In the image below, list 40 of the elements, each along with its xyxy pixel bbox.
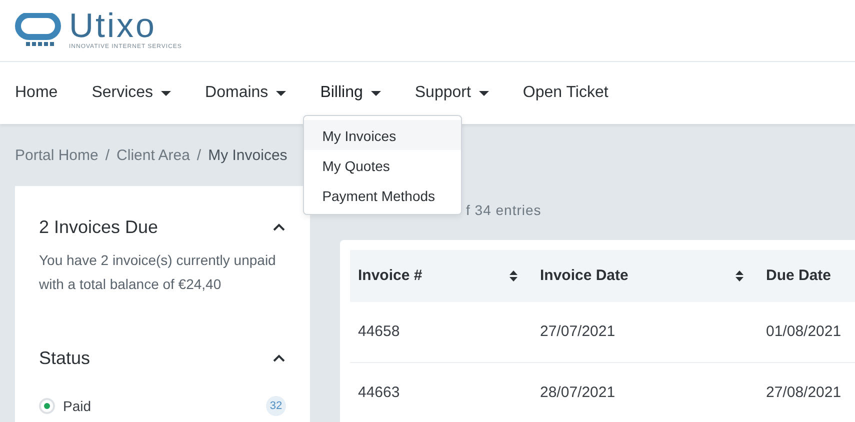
caret-icon (370, 90, 381, 96)
nav-item[interactable]: Open Ticket (522, 81, 608, 105)
option-label: Paid (63, 396, 92, 416)
caret-icon (478, 90, 489, 96)
table-cell-text: 28/07/2021 (540, 382, 616, 403)
count-badge: 32 (266, 396, 286, 416)
table-cell-text: 44658 (358, 322, 400, 342)
breadcrumb-current: My Invoices (208, 147, 288, 164)
radio-button[interactable] (39, 398, 55, 414)
column-header[interactable]: Invoice Date (540, 264, 628, 288)
summary-text: You have 2 invoice(s) currently unpaid with a total balance of €24,40 (39, 251, 277, 294)
menu-item[interactable]: My Quotes (304, 150, 462, 180)
chevron-up-icon[interactable] (272, 223, 286, 232)
column-header[interactable]: Due Date (766, 264, 832, 288)
column-header[interactable]: Invoice # (358, 264, 422, 288)
logo-icon (15, 12, 61, 48)
caret-icon (276, 90, 286, 96)
caret-icon (161, 90, 172, 96)
nav-item[interactable]: Domains (205, 81, 286, 105)
nav-item[interactable]: Support (414, 81, 489, 105)
nav-item[interactable]: Billing (320, 81, 381, 105)
table-cell-text: 27/07/2021 (540, 322, 616, 342)
breadcrumb-link[interactable]: Client Area (116, 147, 190, 164)
table-cell-text: 01/08/2021 (766, 322, 842, 342)
menu-item[interactable]: My Invoices (304, 120, 462, 150)
sort-icon[interactable] (735, 270, 744, 282)
nav-item[interactable]: Services (92, 81, 172, 105)
section-title: 2 Invoices Due (39, 216, 158, 239)
breadcrumb-link[interactable]: Portal Home (15, 147, 98, 164)
nav-item[interactable]: Home (15, 81, 58, 105)
logo-wordmark: Utixo (69, 9, 156, 43)
menu-item[interactable]: Payment Methods (304, 180, 462, 210)
entries-info: f 34 entries (466, 202, 542, 218)
section-title: Status (39, 346, 90, 370)
table-cell-text: 27/08/2021 (766, 382, 842, 403)
sort-icon[interactable] (509, 270, 518, 282)
chevron-up-icon[interactable] (272, 354, 286, 363)
table-cell-text: 44663 (358, 382, 400, 403)
breadcrumb-separator: / (105, 147, 110, 164)
breadcrumb-separator: / (196, 147, 202, 164)
